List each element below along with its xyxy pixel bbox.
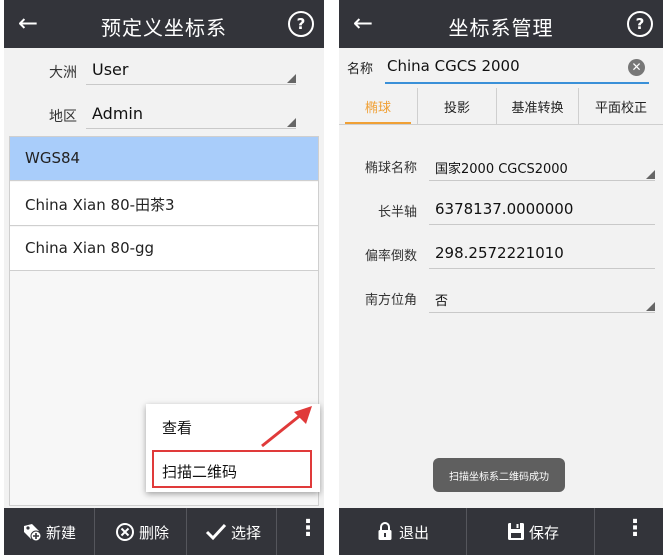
inverse-flattening-row: 偏率倒数 298.2572221010 (339, 234, 663, 274)
list-item-label: China Xian 80-田茶3 (25, 196, 175, 214)
ellipsoid-name-label: 椭球名称 (364, 161, 417, 176)
tab-projection[interactable]: 投影 (418, 88, 497, 124)
left-page-title: 预定义坐标系 (101, 16, 227, 40)
tab-label: 平面校正 (594, 101, 647, 116)
menu-item-label: 查看 (162, 419, 193, 437)
new-button-label: 新建 (46, 524, 77, 542)
tab-label: 椭球 (364, 101, 391, 116)
right-page-title: 坐标系管理 (448, 16, 554, 40)
tab-bar: 椭球 投影 基准转换 平面校正 (339, 88, 663, 125)
active-tab-indicator (345, 122, 411, 124)
predefined-coordinate-system-screen: ← 预定义坐标系 ? 大洲 User 地区 Admin WGS84 China … (4, 0, 324, 555)
semi-major-axis-label: 长半轴 (377, 205, 417, 220)
more-options-icon[interactable]: ⋮ (624, 518, 646, 540)
list-item[interactable]: China Xian 80-gg (10, 227, 318, 271)
exit-button-label: 退出 (399, 524, 430, 542)
right-bottom-toolbar: 退出 保存 ⋮ (339, 508, 663, 555)
tab-plane-correction[interactable]: 平面校正 (579, 88, 663, 124)
continent-value: User (92, 60, 129, 79)
more-options-icon[interactable]: ⋮ (297, 518, 319, 540)
region-dropdown[interactable]: Admin (86, 102, 296, 129)
semi-major-axis-row: 长半轴 6378137.0000000 (339, 190, 663, 230)
highlight-box (152, 450, 312, 488)
dropdown-caret-icon (287, 74, 296, 83)
list-item[interactable]: WGS84 (10, 137, 318, 181)
new-button[interactable]: 新建 (4, 508, 95, 555)
ellipsoid-name-value: 国家2000 CGCS2000 (435, 162, 568, 177)
list-item[interactable]: China Xian 80-田茶3 (10, 182, 318, 226)
help-icon[interactable]: ? (627, 11, 653, 37)
coordinate-system-management-screen: ← 坐标系管理 ? 名称 China CGCS 2000 ✕ 椭球 投影 基准转… (339, 0, 663, 555)
left-header: ← 预定义坐标系 ? (4, 0, 324, 48)
dropdown-caret-icon (646, 170, 655, 179)
lock-icon (378, 522, 392, 540)
check-icon (205, 523, 227, 541)
continent-field: 大洲 User (4, 52, 324, 90)
semi-major-axis-value: 6378137.0000000 (435, 200, 574, 218)
help-icon[interactable]: ? (288, 11, 314, 37)
semi-major-axis-input[interactable]: 6378137.0000000 (429, 196, 655, 225)
exit-button[interactable]: 退出 (339, 508, 467, 555)
toast-message: 扫描坐标系二维码成功 (433, 458, 565, 492)
inverse-flattening-value: 298.2572221010 (435, 244, 564, 262)
south-azimuth-label: 南方位角 (364, 293, 417, 308)
dropdown-caret-icon (287, 118, 296, 127)
south-azimuth-value: 否 (435, 294, 449, 309)
tab-label: 投影 (443, 101, 470, 116)
list-item-label: China Xian 80-gg (25, 239, 155, 257)
name-value: China CGCS 2000 (387, 57, 520, 75)
south-azimuth-dropdown[interactable]: 否 (429, 284, 655, 313)
tab-ellipsoid[interactable]: 椭球 (339, 88, 418, 124)
save-button-label: 保存 (529, 524, 560, 542)
continent-label: 大洲 (49, 65, 77, 81)
tab-datum-transform[interactable]: 基准转换 (497, 88, 579, 124)
list-item-label: WGS84 (25, 149, 81, 167)
name-field: 名称 China CGCS 2000 ✕ (339, 48, 663, 86)
right-header: ← 坐标系管理 ? (339, 0, 663, 48)
inverse-flattening-input[interactable]: 298.2572221010 (429, 240, 655, 269)
south-azimuth-row: 南方位角 否 (339, 278, 663, 318)
inverse-flattening-label: 偏率倒数 (364, 249, 417, 264)
save-disk-icon (508, 523, 524, 540)
toast-text: 扫描坐标系二维码成功 (449, 472, 549, 483)
region-field: 地区 Admin (4, 96, 324, 134)
tab-label: 基准转换 (511, 101, 564, 116)
continent-dropdown[interactable]: User (86, 58, 296, 85)
region-label: 地区 (49, 109, 77, 125)
annotation-arrow-icon (261, 406, 312, 448)
delete-button[interactable]: 删除 (95, 508, 187, 555)
region-value: Admin (92, 104, 143, 123)
select-button[interactable]: 选择 (187, 508, 277, 555)
clear-icon[interactable]: ✕ (628, 59, 645, 76)
delete-button-label: 删除 (139, 524, 170, 542)
save-button[interactable]: 保存 (467, 508, 595, 555)
delete-circle-icon (116, 523, 134, 541)
name-input[interactable]: China CGCS 2000 ✕ (385, 54, 649, 84)
ellipsoid-name-dropdown[interactable]: 国家2000 CGCS2000 (429, 152, 655, 181)
ellipsoid-name-row: 椭球名称 国家2000 CGCS2000 (339, 146, 663, 186)
left-bottom-toolbar: 新建 删除 选择 ⋮ (4, 508, 324, 555)
add-tag-icon (24, 524, 42, 542)
select-button-label: 选择 (231, 524, 262, 542)
dropdown-caret-icon (646, 302, 655, 311)
name-label: 名称 (347, 62, 374, 77)
